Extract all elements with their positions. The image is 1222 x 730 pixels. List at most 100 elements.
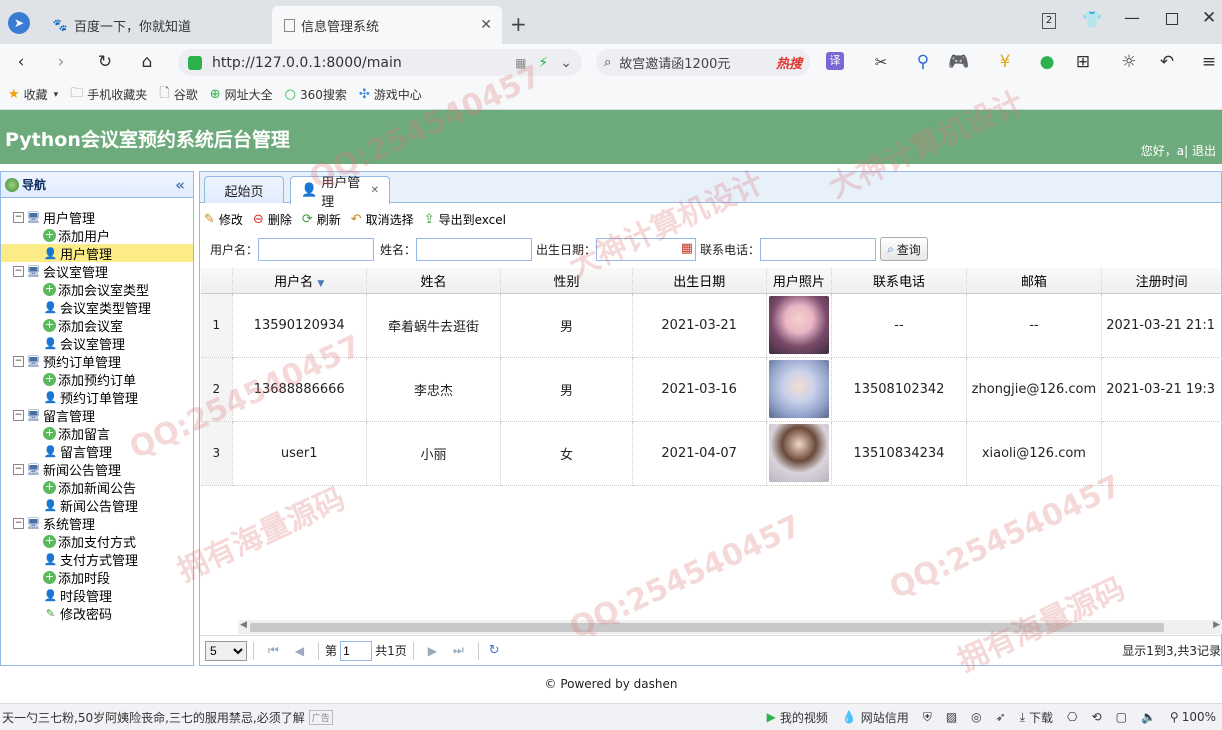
search-box[interactable]: ⌕ 故宫邀请函1200元 热搜 bbox=[596, 49, 810, 76]
nav-item[interactable]: 👤 支付方式管理 bbox=[1, 550, 193, 569]
pager-refresh-icon[interactable]: ↻ bbox=[489, 643, 500, 658]
news-ticker[interactable]: 天一勺三七粉,50岁阿姨险丧命,三七的服用禁忌,必须了解 bbox=[2, 709, 305, 726]
close-tab-icon[interactable]: ✕ bbox=[480, 17, 492, 33]
my-videos-button[interactable]: ▶ 我的视频 bbox=[767, 709, 828, 726]
column-header-gender[interactable]: 性别 bbox=[500, 268, 633, 294]
speed-icon[interactable]: ◎ bbox=[971, 710, 981, 724]
table-row[interactable]: 1 13590120934 牵着蜗牛去逛街 男 2021-03-21 -- --… bbox=[201, 293, 1222, 358]
nav-item[interactable]: + 添加预约订单 bbox=[1, 370, 193, 389]
name-filter-input[interactable] bbox=[416, 237, 533, 261]
edit-button[interactable]: ✎ 修改 bbox=[204, 211, 243, 228]
search-text[interactable]: 故宫邀请函1200元 bbox=[619, 53, 730, 72]
query-button[interactable]: ⌕ 查询 bbox=[880, 237, 928, 261]
translate-icon[interactable]: 译 bbox=[826, 52, 844, 70]
nav-item[interactable]: 👤 留言管理 bbox=[1, 442, 193, 461]
forward-icon[interactable]: › bbox=[50, 52, 72, 72]
maximize-icon[interactable] bbox=[1166, 13, 1178, 25]
collapse-toggle-icon[interactable]: − bbox=[13, 409, 24, 421]
new-tab-button[interactable]: + bbox=[510, 12, 527, 36]
collapse-icon[interactable]: « bbox=[175, 176, 185, 194]
page-number-input[interactable] bbox=[340, 640, 373, 661]
lightning-icon[interactable]: ⚡ bbox=[538, 55, 548, 71]
browser-tab-active[interactable]: 信息管理系统 ✕ bbox=[272, 6, 502, 44]
wechat-icon[interactable]: ● bbox=[1036, 52, 1058, 72]
column-header-name[interactable]: 姓名 bbox=[366, 268, 502, 294]
nav-item[interactable]: + 添加留言 bbox=[1, 424, 193, 443]
nav-item[interactable]: 👤 会议室管理 bbox=[1, 334, 193, 353]
back-icon[interactable]: ‹ bbox=[10, 52, 32, 72]
nav-item[interactable]: 👤 会议室类型管理 bbox=[1, 298, 193, 317]
column-header-phone[interactable]: 联系电话 bbox=[831, 268, 967, 294]
skin-icon[interactable]: 👕 bbox=[1082, 10, 1102, 29]
nav-group[interactable]: − 🖥 系统管理 bbox=[1, 514, 193, 533]
site-credit-button[interactable]: 💧 网站信用 bbox=[842, 709, 909, 726]
qr-icon[interactable]: ▦ bbox=[515, 56, 526, 70]
hot-search-label[interactable]: 热搜 bbox=[776, 53, 802, 72]
nav-item[interactable]: + 添加用户 bbox=[1, 226, 193, 245]
magnifier-icon[interactable]: ⚲ bbox=[912, 52, 934, 72]
column-header-email[interactable]: 邮箱 bbox=[966, 268, 1103, 294]
chevron-down-icon[interactable]: ⌄ bbox=[560, 55, 572, 71]
scissors-icon[interactable]: ✂ bbox=[870, 52, 892, 72]
scroll-right-icon[interactable]: ▶ bbox=[1213, 620, 1220, 630]
next-page-icon[interactable]: ▶ bbox=[428, 644, 437, 658]
bookmark-360[interactable]: ○ 360搜索 bbox=[285, 86, 347, 103]
close-window-icon[interactable]: ✕ bbox=[1202, 8, 1216, 28]
table-row[interactable]: 3 user1 小丽 女 2021-04-07 13510834234 xiao… bbox=[201, 421, 1222, 486]
user-photo-1[interactable] bbox=[768, 296, 829, 354]
collapse-toggle-icon[interactable]: − bbox=[13, 355, 24, 367]
nav-group[interactable]: − 🖥 预约订单管理 bbox=[1, 352, 193, 371]
username-filter-input[interactable] bbox=[258, 237, 375, 261]
first-page-icon[interactable]: ⏮ bbox=[268, 643, 279, 658]
bookmark-favorites[interactable]: ★ 收藏 ▾ bbox=[8, 86, 58, 103]
scroll-left-icon[interactable]: ◀ bbox=[240, 620, 247, 630]
collapse-toggle-icon[interactable]: − bbox=[13, 517, 24, 529]
nav-group[interactable]: − 🖥 新闻公告管理 bbox=[1, 460, 193, 479]
nav-group[interactable]: − 🖥 用户管理 bbox=[1, 208, 193, 227]
devices-icon[interactable]: ⎔ bbox=[1067, 710, 1077, 724]
user-greeting-logout[interactable]: 您好，a| 退出 bbox=[1141, 142, 1216, 159]
collapse-toggle-icon[interactable]: − bbox=[13, 265, 24, 277]
home-icon[interactable]: ⌂ bbox=[136, 52, 158, 72]
nav-group[interactable]: − 🖥 留言管理 bbox=[1, 406, 193, 425]
nav-item[interactable]: + 添加时段 bbox=[1, 568, 193, 587]
brightness-icon[interactable]: ☼ bbox=[1118, 52, 1140, 72]
nav-item[interactable]: ✎ 修改密码 bbox=[1, 604, 193, 623]
prev-page-icon[interactable]: ◀ bbox=[295, 644, 304, 658]
phone-filter-input[interactable] bbox=[760, 237, 877, 261]
page-size-select[interactable]: 5 bbox=[205, 640, 247, 661]
tab-home[interactable]: 起始页 bbox=[204, 176, 284, 203]
column-header-username[interactable]: 用户名 ▼ bbox=[232, 268, 367, 294]
bookmark-games[interactable]: ✣ 游戏中心 bbox=[359, 86, 422, 103]
cancel-selection-button[interactable]: ↶ 取消选择 bbox=[351, 211, 414, 228]
column-header-photo[interactable]: 用户照片 bbox=[766, 268, 833, 294]
browser-logo-icon[interactable]: ➤ bbox=[8, 12, 30, 34]
last-page-icon[interactable]: ⏭ bbox=[453, 643, 464, 658]
delete-button[interactable]: ⊖ 删除 bbox=[253, 211, 292, 228]
scrollbar-thumb[interactable] bbox=[250, 623, 1164, 632]
tab-count-badge[interactable]: 2 bbox=[1042, 13, 1056, 29]
nav-item[interactable]: + 添加会议室类型 bbox=[1, 280, 193, 299]
user-photo-2[interactable] bbox=[768, 360, 829, 418]
tab-user-management[interactable]: 👤 用户管理 ✕ bbox=[290, 176, 390, 210]
url-text[interactable]: http://127.0.0.1:8000/main bbox=[212, 55, 402, 71]
user-photo-3[interactable] bbox=[768, 424, 829, 482]
minimize-icon[interactable]: — bbox=[1124, 8, 1140, 27]
bookmark-google[interactable]: 🗋 谷歌 bbox=[159, 84, 197, 106]
apps-grid-icon[interactable]: ⊞ bbox=[1072, 52, 1094, 72]
nav-item[interactable]: + 添加支付方式 bbox=[1, 532, 193, 551]
image-icon[interactable]: ▨ bbox=[946, 710, 957, 724]
nav-item[interactable]: 👤 用户管理 bbox=[1, 244, 193, 263]
menu-icon[interactable]: ≡ bbox=[1198, 52, 1220, 72]
shield-icon[interactable]: ⛨ bbox=[923, 710, 932, 725]
nav-item[interactable]: + 添加会议室 bbox=[1, 316, 193, 335]
volume-icon[interactable]: 🔈 bbox=[1141, 710, 1156, 724]
table-row[interactable]: 2 13688886666 李忠杰 男 2021-03-16 135081023… bbox=[201, 357, 1222, 422]
reload-icon[interactable]: ↻ bbox=[94, 52, 116, 72]
nav-group[interactable]: − 🖥 会议室管理 bbox=[1, 262, 193, 281]
refresh-button[interactable]: ⟳ 刷新 bbox=[302, 211, 341, 228]
close-tab-icon[interactable]: ✕ bbox=[371, 185, 379, 196]
export-excel-button[interactable]: ⇪ 导出到excel bbox=[424, 211, 506, 228]
nav-item[interactable]: 👤 时段管理 bbox=[1, 586, 193, 605]
download-button[interactable]: ⤓ 下载 bbox=[1020, 709, 1053, 726]
